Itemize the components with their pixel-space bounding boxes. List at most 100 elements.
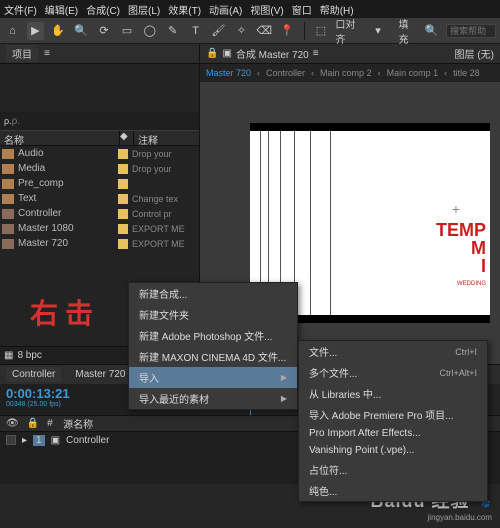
label-swatch[interactable]	[118, 209, 128, 219]
chevron-down-icon[interactable]: ▾	[370, 22, 387, 40]
menu-layer[interactable]: 图层(L)	[128, 2, 160, 16]
submenu-arrow-icon: ▶	[281, 394, 287, 403]
text-tool-icon[interactable]: T	[187, 22, 204, 40]
col-name-header[interactable]: 名称	[0, 131, 120, 145]
menu-edit[interactable]: 编辑(E)	[45, 2, 78, 16]
eraser-tool-icon[interactable]: ⌫	[256, 22, 273, 40]
toolbar: ⌂ ▶ ✋ 🔍 ⟳ ▭ ◯ ✎ T 🖌 ✧ ⌫ 📍 ⬚ 口对齐 ▾ 填充 🔍	[0, 18, 500, 44]
zoom-tool-icon[interactable]: 🔍	[73, 22, 90, 40]
menu-anim[interactable]: 动画(A)	[209, 2, 242, 16]
twirl-icon[interactable]: ▸	[22, 435, 27, 446]
context-menu-item[interactable]: 导入▶	[129, 367, 297, 388]
context-menu-item[interactable]: 新建 Adobe Photoshop 文件...	[129, 325, 297, 346]
pen-tool-icon[interactable]: ✎	[164, 22, 181, 40]
context-menu-item[interactable]: 导入最近的素材▶	[129, 388, 297, 409]
item-name: Media	[18, 163, 114, 174]
project-item[interactable]: AudioDrop your	[0, 146, 199, 161]
menu-effect[interactable]: 效果(T)	[168, 2, 201, 16]
snap-label[interactable]: 口对齐	[335, 16, 363, 46]
label-swatch[interactable]	[118, 194, 128, 204]
context-menu-item[interactable]: 文件...Ctrl+I	[299, 341, 487, 362]
hand-tool-icon[interactable]: ✋	[50, 22, 67, 40]
label-swatch[interactable]	[118, 164, 128, 174]
home-icon[interactable]: ⌂	[4, 22, 21, 40]
context-menu-item[interactable]: 新建文件夹	[129, 304, 297, 325]
context-menu-import-submenu: 文件...Ctrl+I多个文件...Ctrl+Alt+I从 Libraries …	[298, 340, 488, 502]
context-menu-primary: 新建合成...新建文件夹新建 Adobe Photoshop 文件...新建 M…	[128, 282, 298, 410]
layer-name[interactable]: Controller	[66, 435, 109, 446]
col-type-header[interactable]: ◆	[120, 131, 134, 145]
menubar: 文件(F) 编辑(E) 合成(C) 图层(L) 效果(T) 动画(A) 视图(V…	[0, 0, 500, 18]
crumb-master720[interactable]: Master 720	[206, 68, 251, 78]
crumb-maincomp2[interactable]: Main comp 2	[320, 68, 372, 78]
project-tab[interactable]: 项目	[6, 45, 38, 62]
crumb-maincomp1[interactable]: Main comp 1	[387, 68, 439, 78]
folder-icon	[2, 179, 14, 189]
item-note: Drop your	[132, 164, 199, 174]
crumb-title28[interactable]: title 28	[453, 68, 480, 78]
help-search-input[interactable]	[446, 24, 496, 38]
crumb-controller[interactable]: Controller	[266, 68, 305, 78]
bpc-label[interactable]: 8 bpc	[17, 350, 41, 361]
search-icon: ρ.	[4, 116, 12, 126]
context-menu-item[interactable]: 从 Libraries 中...	[299, 383, 487, 404]
col-note-header[interactable]: 注释	[134, 131, 199, 145]
layer-panel-label[interactable]: 图层 (无)	[455, 46, 494, 61]
timeline-tab-master720[interactable]: Master 720	[69, 367, 131, 382]
context-menu-item[interactable]: 新建 MAXON CINEMA 4D 文件...	[129, 346, 297, 367]
project-item[interactable]: Media Drop your	[0, 161, 199, 176]
label-swatch[interactable]	[118, 179, 128, 189]
lock-icon[interactable]: 🔒	[27, 418, 39, 429]
item-note: EXPORT ME	[132, 239, 199, 249]
eye-icon[interactable]: 👁	[6, 418, 19, 429]
stamp-tool-icon[interactable]: ✧	[233, 22, 250, 40]
item-name: Audio	[18, 148, 114, 159]
context-menu-item[interactable]: 纯色...	[299, 480, 487, 501]
ellipse-tool-icon[interactable]: ◯	[141, 22, 158, 40]
item-name: Controller	[18, 208, 114, 219]
orbit-tool-icon[interactable]: ⟳	[96, 22, 113, 40]
context-menu-item[interactable]: Pro Import After Effects...	[299, 425, 487, 442]
context-menu-item[interactable]: 多个文件...Ctrl+Alt+I	[299, 362, 487, 383]
project-item[interactable]: Master 720EXPORT ME	[0, 236, 199, 251]
menu-view[interactable]: 视图(V)	[250, 2, 283, 16]
context-menu-item[interactable]: Vanishing Point (.vpe)...	[299, 442, 487, 459]
item-note: Change tex	[132, 194, 199, 204]
selection-tool-icon[interactable]: ▶	[27, 22, 44, 40]
folder-icon	[2, 149, 14, 159]
comp-header-label[interactable]: 合成 Master 720	[236, 46, 309, 61]
timeline-tab-controller[interactable]: Controller	[6, 367, 61, 382]
visibility-toggle[interactable]	[6, 435, 16, 445]
snap-icon[interactable]: ⬚	[313, 22, 330, 40]
project-item[interactable]: TextChange tex	[0, 191, 199, 206]
context-menu-item[interactable]: 导入 Adobe Premiere Pro 项目...	[299, 404, 487, 425]
rect-tool-icon[interactable]: ▭	[118, 22, 135, 40]
label-swatch[interactable]	[118, 239, 128, 249]
item-note: EXPORT ME	[132, 224, 199, 234]
footer-icon[interactable]: ▦	[4, 350, 13, 361]
project-search-input[interactable]	[12, 116, 195, 127]
context-menu-item[interactable]: 新建合成...	[129, 283, 297, 304]
source-name-col[interactable]: 源名称	[63, 416, 93, 431]
label-swatch[interactable]	[118, 224, 128, 234]
menu-file[interactable]: 文件(F)	[4, 2, 37, 16]
label-swatch[interactable]	[118, 149, 128, 159]
project-item[interactable]: ControllerControl pr	[0, 206, 199, 221]
comp-header-icon: ▣	[222, 48, 231, 59]
submenu-arrow-icon: ▶	[281, 373, 287, 382]
menu-window[interactable]: 窗口	[292, 2, 312, 16]
item-name: Pre_comp	[18, 178, 114, 189]
pin-tool-icon[interactable]: 📍	[279, 22, 296, 40]
crosshair-icon: +	[452, 201, 460, 217]
panel-menu-icon[interactable]: ≡	[313, 48, 319, 59]
canvas-title-text: TEMP M I	[436, 221, 486, 275]
project-item[interactable]: Master 1080EXPORT ME	[0, 221, 199, 236]
panel-menu-icon[interactable]: ≡	[44, 48, 50, 59]
menu-comp[interactable]: 合成(C)	[86, 2, 120, 16]
project-item[interactable]: Pre_comp	[0, 176, 199, 191]
context-menu-item[interactable]: 占位符...	[299, 459, 487, 480]
brush-tool-icon[interactable]: 🖌	[210, 22, 227, 40]
fill-label[interactable]: 填充	[398, 16, 417, 46]
comp-lock-icon[interactable]: 🔒	[206, 48, 218, 59]
menu-help[interactable]: 帮助(H)	[320, 2, 354, 16]
